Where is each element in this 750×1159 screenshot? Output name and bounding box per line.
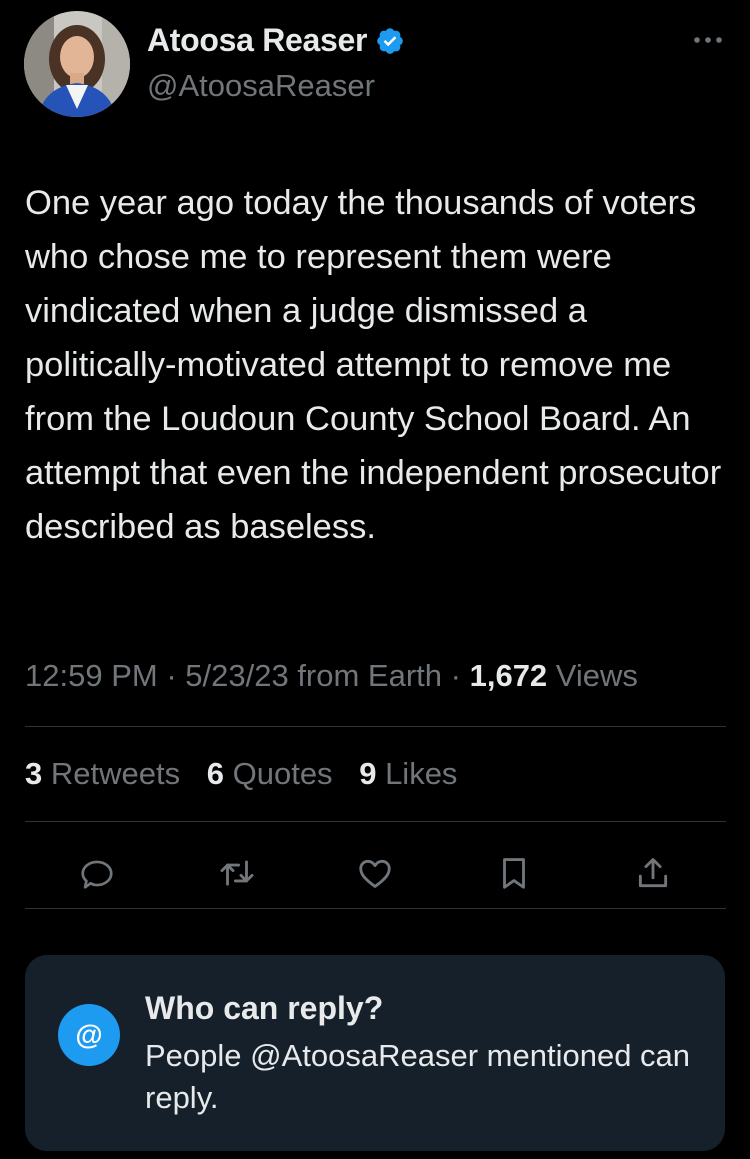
views-label[interactable]: Views [547,658,638,693]
quotes-count: 6 [206,756,224,791]
divider [25,821,726,822]
likes-count: 9 [359,756,377,791]
like-icon[interactable] [353,851,397,895]
likes-label: Likes [385,756,458,791]
tweet-text: One year ago today the thousands of vote… [25,184,722,546]
mention-icon: @ [58,1004,120,1066]
author-name-row[interactable]: Atoosa Reaser [147,22,405,59]
tweet-source: from Earth [288,658,443,693]
more-options-icon[interactable] [688,20,728,60]
avatar[interactable] [24,11,130,117]
separator: · [442,658,470,693]
who-can-reply-title: Who can reply? [145,990,384,1026]
who-can-reply-card: @ Who can reply? People @AtoosaReaser me… [25,955,725,1151]
tweet-time[interactable]: 12:59 PM [25,658,158,693]
retweets-count: 3 [25,756,43,791]
share-icon[interactable] [631,851,675,895]
bookmark-icon[interactable] [492,851,536,895]
divider [25,908,726,909]
engagement-stats: 3 Retweets 6 Quotes 9 Likes [25,756,475,792]
who-can-reply-description: People @AtoosaReaser mentioned can reply… [145,1038,691,1115]
likes-stat[interactable]: 9 Likes [359,756,457,791]
separator: · [157,658,186,693]
display-name[interactable]: Atoosa Reaser [147,22,368,59]
retweets-stat[interactable]: 3 Retweets [25,756,180,791]
verified-badge-icon [375,26,405,56]
reply-icon[interactable] [75,851,119,895]
divider [25,726,726,727]
retweets-label: Retweets [50,756,181,791]
tweet-date[interactable]: 5/23/23 [185,658,288,693]
views-count[interactable]: 1,672 [470,658,548,693]
retweet-icon[interactable] [215,851,259,895]
tweet-metadata: 12:59 PM · 5/23/23 from Earth · 1,672 Vi… [25,658,638,694]
author-handle[interactable]: @AtoosaReaser [147,68,375,104]
quotes-stat[interactable]: 6 Quotes [207,756,333,791]
quotes-label: Quotes [232,756,333,791]
action-bar [0,845,750,905]
